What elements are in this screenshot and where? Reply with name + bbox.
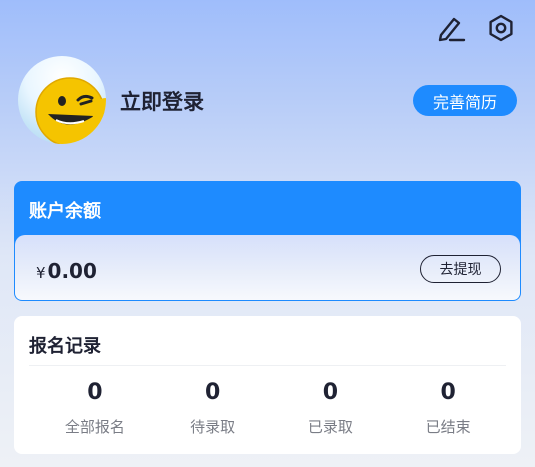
stat-value: 0 xyxy=(322,380,339,405)
balance-title: 账户余额 xyxy=(29,201,101,222)
stat-value: 0 xyxy=(440,380,456,405)
account-balance-card: 账户余额 ¥0.00 去提现 xyxy=(14,181,521,301)
stat-label: 待录取 xyxy=(190,418,236,436)
stat-label: 已录取 xyxy=(307,418,353,436)
settings-icon[interactable] xyxy=(485,12,517,44)
stat-all-registrations[interactable]: 0 全部报名 xyxy=(36,378,154,437)
records-title: 报名记录 xyxy=(29,336,101,357)
registration-records-card: 报名记录 0 全部报名 0 待录取 0 已录取 0 已结束 xyxy=(14,316,521,454)
complete-resume-button[interactable]: 完善简历 xyxy=(413,85,517,116)
stat-label: 全部报名 xyxy=(64,418,125,436)
stat-admitted[interactable]: 0 已录取 xyxy=(272,378,390,437)
divider xyxy=(29,365,506,366)
withdraw-button[interactable]: 去提现 xyxy=(420,255,501,283)
top-toolbar xyxy=(435,12,517,44)
avatar[interactable] xyxy=(18,56,106,144)
balance-amount: ¥0.00 xyxy=(36,259,97,283)
profile-header: 立即登录 完善简历 xyxy=(18,56,517,144)
balance-value: 0.00 xyxy=(47,259,97,283)
stat-value: 0 xyxy=(87,380,103,405)
winking-smiley-avatar xyxy=(35,77,106,144)
currency-symbol: ¥ xyxy=(36,264,46,282)
balance-panel: ¥0.00 去提现 xyxy=(15,235,520,300)
stat-ended[interactable]: 0 已结束 xyxy=(389,378,507,437)
edit-icon[interactable] xyxy=(435,12,467,44)
login-link[interactable]: 立即登录 xyxy=(120,86,204,116)
stat-value: 0 xyxy=(204,380,221,405)
stat-pending-admission[interactable]: 0 待录取 xyxy=(154,378,272,437)
records-stats: 0 全部报名 0 待录取 0 已录取 0 已结束 xyxy=(36,378,507,437)
stat-label: 已结束 xyxy=(425,418,471,436)
